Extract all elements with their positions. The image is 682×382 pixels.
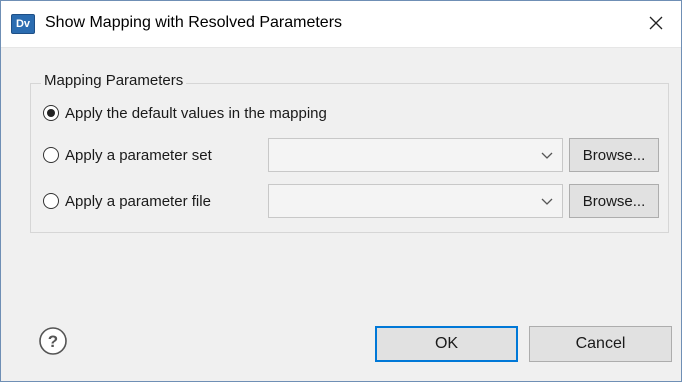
close-button[interactable] — [643, 10, 669, 36]
radio-parameter-set[interactable]: Apply a parameter set — [43, 144, 212, 166]
radio-button[interactable] — [43, 193, 59, 209]
radio-button-selected[interactable] — [43, 105, 59, 121]
cancel-button[interactable]: Cancel — [529, 326, 672, 362]
ok-button[interactable]: OK — [375, 326, 518, 362]
chevron-down-icon — [541, 198, 553, 205]
group-label: Mapping Parameters — [41, 72, 187, 89]
radio-button[interactable] — [43, 147, 59, 163]
radio-label-default-values: Apply the default values in the mapping — [65, 104, 327, 122]
close-icon — [649, 16, 663, 30]
title-bar: Dv Show Mapping with Resolved Parameters — [1, 1, 681, 48]
radio-default-values[interactable]: Apply the default values in the mapping — [43, 102, 327, 124]
dialog-window: Dv Show Mapping with Resolved Parameters… — [0, 0, 682, 382]
app-icon: Dv — [11, 14, 35, 34]
chevron-down-icon — [541, 152, 553, 159]
browse-parameter-file-button[interactable]: Browse... — [569, 184, 659, 218]
help-icon[interactable]: ? — [38, 326, 68, 356]
parameter-set-combo[interactable] — [268, 138, 563, 172]
radio-label-parameter-file: Apply a parameter file — [65, 192, 211, 210]
browse-parameter-set-button[interactable]: Browse... — [569, 138, 659, 172]
radio-parameter-file[interactable]: Apply a parameter file — [43, 190, 211, 212]
radio-label-parameter-set: Apply a parameter set — [65, 146, 212, 164]
window-title: Show Mapping with Resolved Parameters — [45, 14, 343, 31]
parameter-file-combo[interactable] — [268, 184, 563, 218]
radio-dot — [47, 109, 55, 117]
svg-text:?: ? — [48, 332, 58, 351]
